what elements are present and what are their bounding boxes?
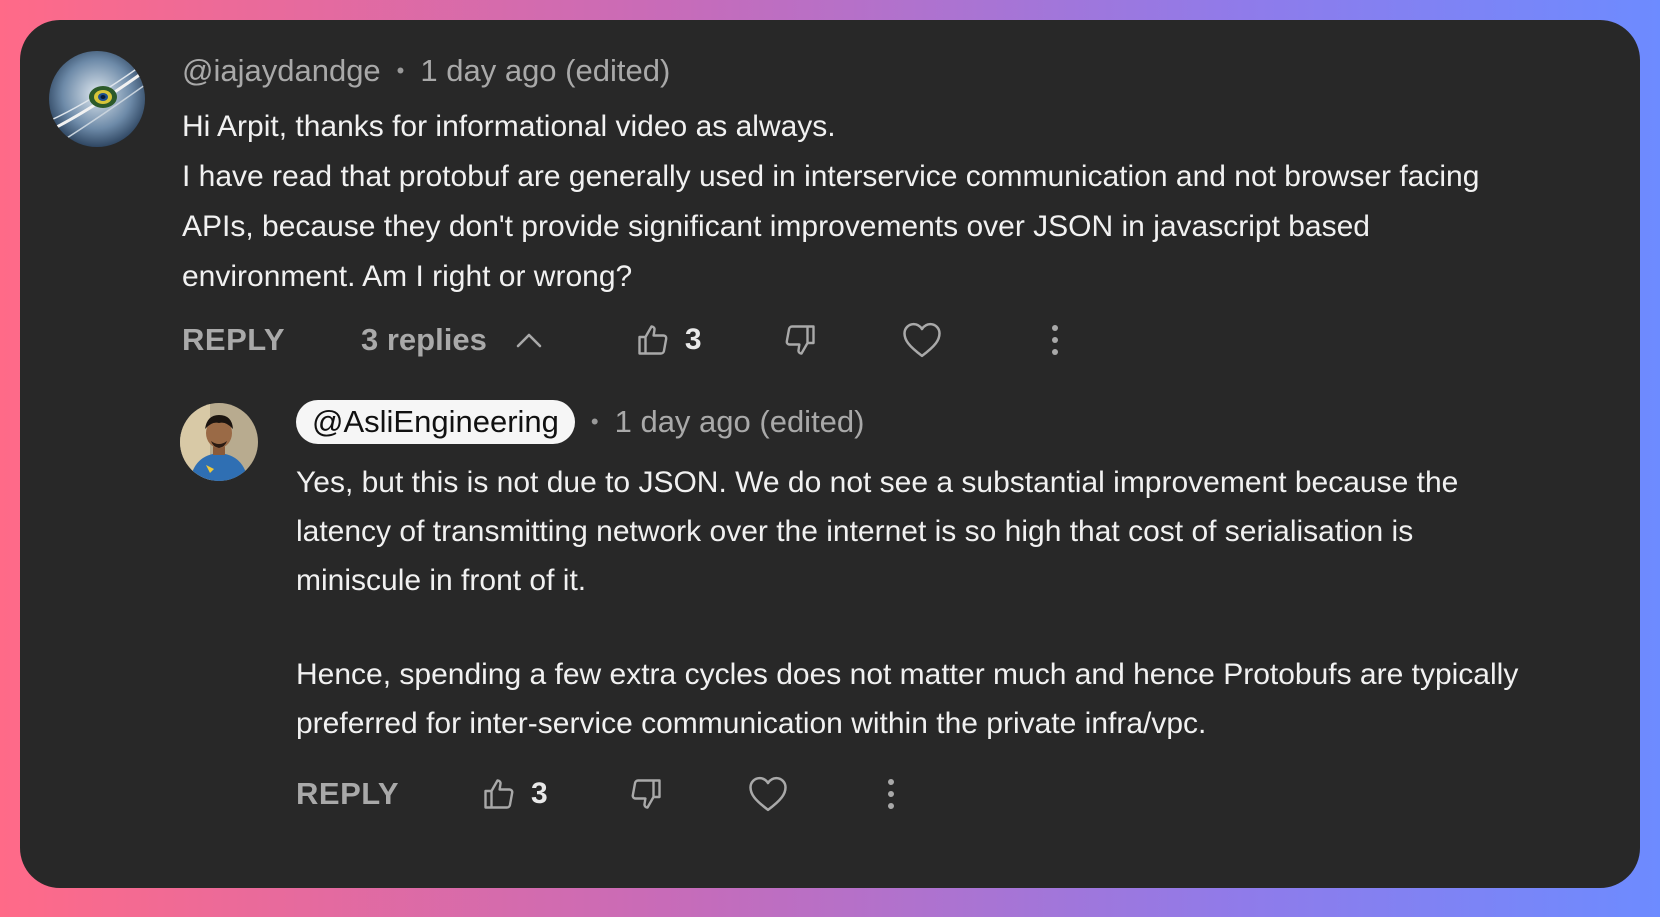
thumbs-down-icon [782,322,818,358]
reply-text: Yes, but this is not due to JSON. We do … [296,458,1536,748]
comment-card: @iajaydandge • 1 day ago (edited) Hi Arp… [20,20,1640,888]
meta-separator: • [590,409,599,434]
like-button[interactable]: 3 [481,776,548,812]
comment-line: Hi Arpit, thanks for informational video… [182,110,836,143]
commenter-avatar[interactable] [49,51,145,147]
thumbs-up-icon [635,322,671,358]
reply-meta: @AsliEngineering • 1 day ago (edited) [296,397,865,447]
dislike-button[interactable] [782,322,818,358]
chevron-up-icon [515,331,543,349]
comment-line: I have read that protobuf are generally … [182,160,1480,293]
more-vertical-icon [886,777,896,811]
heart-icon [902,321,942,359]
more-vertical-icon [1050,323,1060,357]
reply-author-handle[interactable]: @AsliEngineering [296,400,575,444]
meta-separator: • [396,58,405,83]
reply-actions: REPLY 3 [296,769,896,819]
commenter-handle[interactable]: @iajaydandge [182,53,381,89]
heart-button[interactable] [902,321,942,359]
comment-actions: REPLY 3 replies 3 [182,315,1060,365]
reply-paragraph: Hence, spending a few extra cycles does … [296,658,1519,740]
like-button[interactable]: 3 [635,322,702,358]
reply-timestamp[interactable]: 1 day ago (edited) [615,404,865,440]
more-options-button[interactable] [886,777,896,811]
reply-button[interactable]: REPLY [182,322,285,358]
reply-button[interactable]: REPLY [296,776,399,812]
reply-author-avatar[interactable] [180,403,258,481]
thumbs-down-icon [628,776,664,812]
comment-text: Hi Arpit, thanks for informational video… [182,102,1542,302]
person-icon [180,403,258,481]
dislike-button[interactable] [628,776,664,812]
thumbs-up-icon [481,776,517,812]
comment-meta: @iajaydandge • 1 day ago (edited) [182,49,670,93]
like-count: 3 [684,323,702,356]
comment-timestamp[interactable]: 1 day ago (edited) [420,53,670,89]
heart-button[interactable] [748,775,788,813]
reply-paragraph: Yes, but this is not due to JSON. We do … [296,466,1459,597]
peacock-feather-icon [49,51,145,147]
heart-icon [748,775,788,813]
like-count: 3 [531,777,548,810]
toggle-replies-button[interactable]: 3 replies [361,322,543,358]
more-options-button[interactable] [1050,323,1060,357]
replies-count-label: 3 replies [361,322,487,357]
